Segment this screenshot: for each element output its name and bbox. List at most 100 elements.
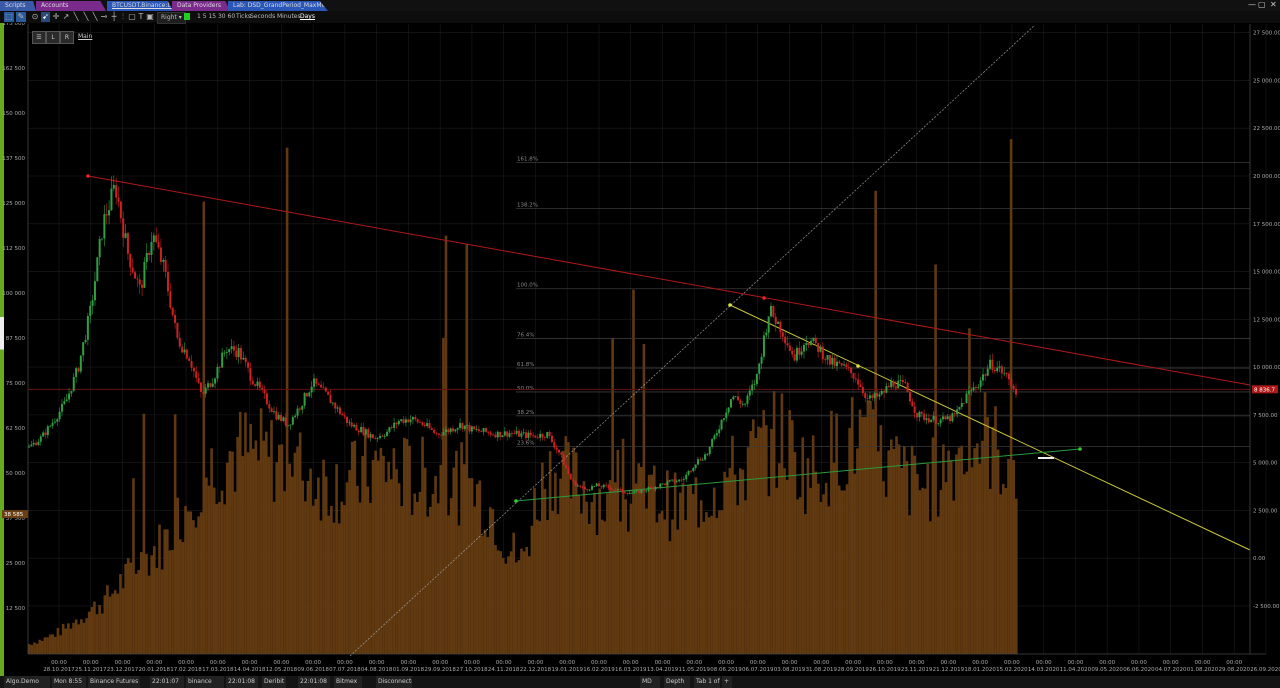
candle-body — [876, 393, 879, 397]
candle-body — [739, 400, 742, 405]
candle-body — [386, 431, 389, 436]
seconds-button[interactable]: Seconds — [250, 12, 275, 22]
status-provider-1[interactable]: Binance Futures — [88, 676, 140, 688]
status-time: Mon 8:55 — [52, 676, 86, 688]
volume-bar — [337, 523, 341, 654]
status-depth[interactable]: Depth — [664, 676, 690, 688]
zoom-icon[interactable]: ⊙ — [31, 12, 39, 22]
mode-button-l[interactable]: L — [46, 31, 60, 44]
candle-body — [202, 391, 205, 394]
volume-bar — [111, 593, 114, 654]
status-provider-4[interactable]: Bitmex — [334, 676, 362, 688]
left-axis-tick: 112 500 — [2, 246, 25, 252]
arrow-icon[interactable]: ╲ — [91, 12, 99, 22]
period-buttons[interactable]: 1 5 15 30 60 — [197, 12, 235, 22]
candle-body — [956, 409, 959, 415]
close-icon[interactable]: — — [1248, 0, 1256, 10]
x-time-label: 00:00 — [83, 660, 99, 666]
list-mode-button[interactable]: ☰ — [32, 31, 46, 44]
volume-bar — [41, 640, 44, 654]
candle-body — [527, 432, 530, 439]
crosshair-icon[interactable]: ✎ — [16, 12, 26, 22]
candle-body — [982, 374, 985, 381]
candle-body — [828, 355, 831, 365]
status-add-tab[interactable]: + — [722, 676, 732, 688]
minutes-button[interactable]: Minutes — [277, 12, 301, 22]
candle-body — [1015, 388, 1017, 395]
window-close-icon[interactable]: ✕ — [1270, 0, 1277, 10]
status-md[interactable]: MD — [640, 676, 660, 688]
volume-bar — [749, 431, 752, 654]
volume-bar — [798, 497, 802, 654]
plus-icon[interactable]: ✛ — [52, 12, 60, 22]
candle-body — [607, 485, 610, 488]
volume-bar — [298, 432, 302, 654]
color-swatch[interactable] — [184, 13, 190, 20]
x-time-label: 00:00 — [51, 660, 67, 666]
mode-button-r[interactable]: R — [60, 31, 74, 44]
candle-body — [567, 468, 570, 474]
tab-scripts[interactable]: Scripts — [0, 1, 36, 11]
volume-bar — [723, 471, 726, 654]
x-date-label: 04.08.2018 — [361, 667, 393, 673]
candle-body — [244, 357, 247, 363]
tab-accounts[interactable]: Accounts — [36, 1, 106, 11]
text-icon[interactable]: T — [137, 12, 145, 22]
status-provider-3[interactable]: Deribit — [262, 676, 286, 688]
status-account[interactable]: Algo.Demo — [4, 676, 50, 688]
volume-bar — [283, 491, 286, 654]
tab-data-providers[interactable]: Data Providers — [172, 1, 230, 11]
candle-body — [991, 359, 994, 370]
line-icon[interactable]: ↗ — [62, 12, 70, 22]
ticks-button[interactable]: Ticks — [236, 12, 251, 22]
volume-bar — [348, 470, 351, 654]
candle-body — [353, 424, 356, 427]
tab-chart[interactable]: BTCUSDT.Binance:binance.1D — [107, 1, 173, 11]
volume-bar — [804, 514, 807, 654]
candle-body — [270, 408, 273, 412]
price-chart[interactable]: 161.8%138.2%100.0%76.4%61.8%50.0%38.2%23… — [0, 23, 1280, 676]
candle-body — [598, 483, 601, 487]
ray-icon[interactable]: ╲ — [72, 12, 80, 22]
trend-icon[interactable]: ╲ — [82, 12, 90, 22]
candle-body — [166, 272, 169, 292]
cursor-icon[interactable]: ⬚ — [4, 12, 14, 22]
vline-icon[interactable]: ┼ — [110, 12, 118, 22]
candle-body — [996, 367, 999, 372]
volume-bar — [694, 477, 698, 654]
candle-body — [341, 413, 344, 416]
volume-bar — [270, 420, 273, 654]
status-tab-pager[interactable]: Tab 1 of — [694, 676, 720, 688]
days-button[interactable]: Days — [300, 12, 315, 22]
fib-icon[interactable]: ⫶ — [119, 12, 127, 22]
candle-body — [873, 393, 876, 398]
volume-bar — [481, 535, 484, 654]
pointer-icon[interactable]: ➹ — [41, 12, 50, 22]
anchor-point — [86, 174, 90, 178]
candle-body — [152, 235, 155, 243]
volume-bar — [744, 500, 747, 654]
x-time-label: 00:00 — [591, 660, 607, 666]
candle-body — [37, 441, 40, 446]
x-date-label: 07.07.2018 — [329, 667, 361, 673]
maximize-icon[interactable]: ▢ — [1258, 0, 1266, 10]
candle-body — [673, 479, 676, 483]
candle-body — [449, 428, 452, 432]
volume-bar — [442, 337, 445, 654]
main-panel-label[interactable]: Main — [78, 33, 92, 40]
x-date-label: 22.12.2018 — [520, 667, 552, 673]
candle-body — [998, 366, 1001, 368]
candle-body — [53, 421, 56, 423]
volume-bar — [621, 438, 625, 654]
candle-body — [461, 423, 464, 429]
tab-lab[interactable]: Lab: DSD_GrandPeriod_MaxMin — [228, 1, 328, 11]
volume-bar — [676, 529, 680, 654]
volume-bar — [462, 464, 466, 654]
rect-icon[interactable]: ▢ — [128, 12, 136, 22]
candle-body — [788, 345, 791, 351]
chart-area[interactable]: 161.8%138.2%100.0%76.4%61.8%50.0%38.2%23… — [0, 23, 1280, 676]
image-icon[interactable]: ▣ — [146, 12, 154, 22]
status-provider-2[interactable]: binance — [186, 676, 224, 688]
hline-icon[interactable]: ⊸ — [100, 12, 108, 22]
volume-bar — [444, 235, 448, 655]
